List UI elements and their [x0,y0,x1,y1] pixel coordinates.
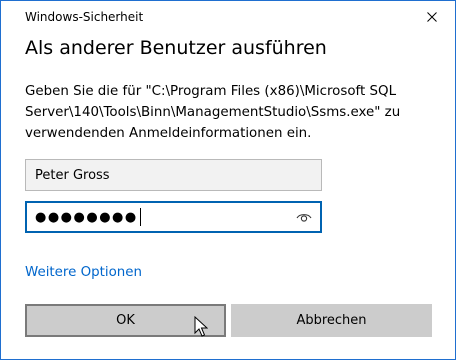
eye-icon [296,214,312,222]
message-line: Geben Sie die für "C:\Program Files (x86… [25,84,397,99]
title-bar: Windows-Sicherheit [1,1,455,33]
cancel-button[interactable]: Abbrechen [231,304,432,337]
message-line: Server\140\Tools\Binn\ManagementStudio\S… [25,105,401,120]
dialog-message: Geben Sie die für "C:\Program Files (x86… [25,81,435,144]
text-caret [139,208,141,226]
window-title: Windows-Sicherheit [25,10,144,24]
ok-button[interactable]: OK [25,304,226,337]
password-masked-value: ●●●●●●●● [35,209,138,225]
close-icon [427,12,437,22]
reveal-password-button[interactable] [294,208,314,226]
username-value: Peter Gross [35,167,110,183]
dialog-heading: Als anderer Benutzer ausführen [25,37,327,59]
message-line: verwendenden Anmeldeinformationen ein. [25,126,312,141]
password-field[interactable]: ●●●●●●●● [25,201,322,233]
windows-security-dialog: Windows-Sicherheit Als anderer Benutzer … [0,0,456,360]
close-button[interactable] [409,1,455,33]
more-options-link[interactable]: Weitere Optionen [25,265,142,280]
username-field[interactable]: Peter Gross [25,159,322,191]
